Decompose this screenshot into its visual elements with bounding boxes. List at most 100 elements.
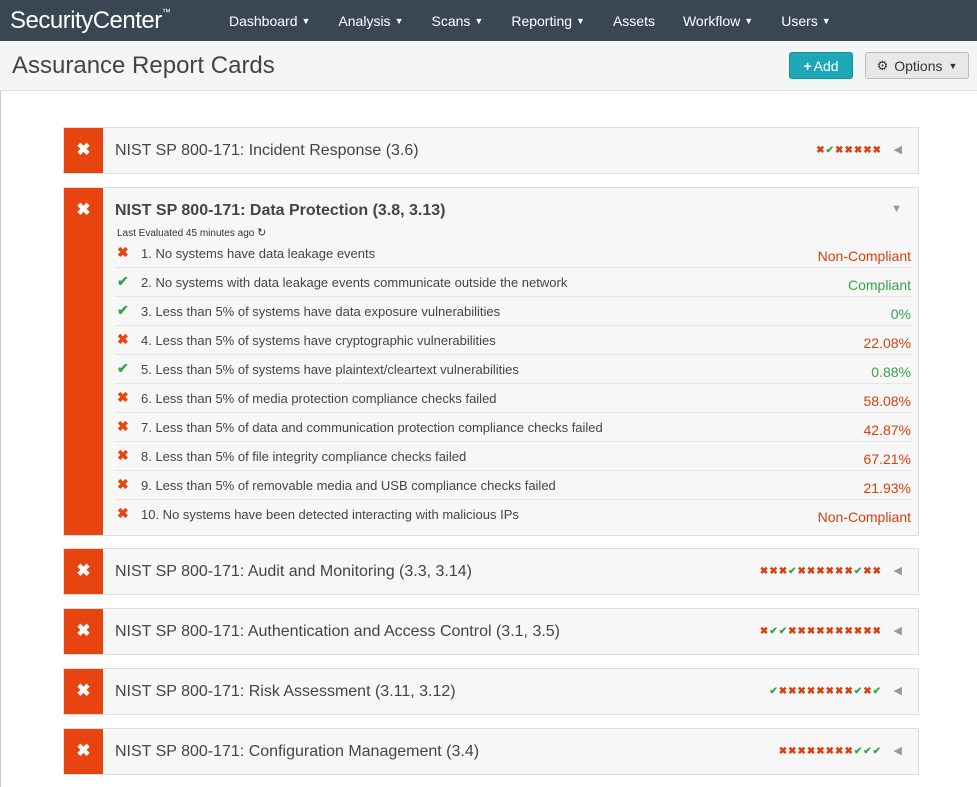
- fail-mark-icon: ✖: [759, 626, 770, 637]
- fail-mark-icon: ✖: [778, 566, 789, 577]
- close-icon: ✖: [76, 621, 91, 640]
- fail-status-bar: ✖: [64, 669, 103, 714]
- nav-workflow[interactable]: Workflow ▼: [669, 0, 767, 41]
- requirement-value: 22.08%: [863, 335, 911, 351]
- report-card-configuration-management[interactable]: ✖ NIST SP 800-171: Configuration Managem…: [63, 728, 919, 775]
- check-icon: ✔: [117, 302, 129, 318]
- fail-mark-icon: ✖: [863, 686, 873, 697]
- refresh-icon[interactable]: ↻: [257, 227, 266, 239]
- fail-status-bar: ✖: [64, 609, 103, 654]
- requirement-row: ✖ 8. Less than 5% of file integrity compl…: [115, 442, 912, 471]
- nav-label: Assets: [612, 12, 655, 29]
- requirement-row: ✔ 3. Less than 5% of systems have data ex…: [115, 297, 912, 326]
- requirement-value: 67.21%: [863, 451, 911, 467]
- requirement-row: ✖ 4. Less than 5% of systems have cryptog…: [115, 326, 912, 355]
- fail-mark-icon: ✖: [872, 626, 882, 637]
- fail-mark-icon: ✖: [853, 145, 864, 156]
- fail-icon: ✖: [117, 331, 129, 347]
- expand-arrow-icon[interactable]: ◀: [894, 744, 902, 757]
- fail-mark-icon: ✖: [844, 626, 854, 637]
- requirement-marks: ✖✖✖✔✖✖✖✖✖✖✔✖✖: [760, 566, 882, 577]
- nav-label: Scans: [431, 12, 471, 29]
- fail-mark-icon: ✖: [844, 686, 854, 697]
- fail-status-bar: ✖: [64, 549, 103, 594]
- requirement-text: 7. Less than 5% of data and communicatio…: [141, 420, 603, 435]
- fail-mark-icon: ✖: [778, 686, 789, 697]
- requirement-value: Non-Compliant: [817, 509, 911, 525]
- fail-mark-icon: ✖: [825, 566, 836, 577]
- requirement-value: 21.93%: [863, 480, 911, 496]
- fail-mark-icon: ✖: [797, 746, 807, 757]
- nav-analysis[interactable]: Analysis ▼: [324, 0, 417, 41]
- caret-down-icon: ▼: [394, 15, 404, 26]
- fail-mark-icon: ✖: [863, 145, 873, 156]
- nav-assets[interactable]: Assets: [599, 0, 669, 41]
- fail-mark-icon: ✖: [769, 566, 779, 577]
- requirement-row: ✖ 6. Less than 5% of media protection com…: [115, 384, 912, 413]
- nav-reporting[interactable]: Reporting ▼: [497, 0, 599, 41]
- requirement-value: Compliant: [847, 277, 911, 293]
- expand-arrow-icon[interactable]: ◀: [894, 143, 902, 156]
- collapse-arrow-icon[interactable]: ▼: [891, 203, 902, 215]
- check-icon: ✔: [117, 360, 129, 376]
- pass-mark-icon: ✔: [769, 686, 779, 697]
- options-button[interactable]: ⚙ Options ▼: [865, 52, 969, 79]
- card-title: NIST SP 800-171: Incident Response (3.6): [115, 142, 419, 159]
- fail-mark-icon: ✖: [816, 746, 826, 757]
- fail-mark-icon: ✖: [759, 566, 770, 577]
- fail-mark-icon: ✖: [797, 686, 807, 697]
- requirement-row: ✖ 9. Less than 5% of removable media and …: [115, 471, 912, 500]
- requirement-text: 1. No systems have data leakage events: [141, 246, 376, 261]
- check-icon: ✔: [117, 273, 129, 289]
- requirement-row: ✖ 7. Less than 5% of data and communicati…: [115, 413, 912, 442]
- fail-status-bar: ✖: [64, 128, 103, 173]
- fail-mark-icon: ✖: [816, 145, 826, 156]
- fail-mark-icon: ✖: [825, 686, 836, 697]
- requirement-text: 9. Less than 5% of removable media and U…: [141, 478, 556, 493]
- requirement-text: 6. Less than 5% of media protection comp…: [141, 391, 497, 406]
- requirement-marks: ✖✖✖✖✖✖✖✖✔✔✔: [779, 746, 882, 757]
- expand-arrow-icon[interactable]: ◀: [894, 624, 902, 637]
- brand-logo[interactable]: SecurityCenter™: [10, 7, 215, 35]
- report-card-authentication-access[interactable]: ✖ NIST SP 800-171: Authentication and Ac…: [63, 608, 919, 655]
- fail-mark-icon: ✖: [778, 746, 789, 757]
- requirement-text: 5. Less than 5% of systems have plaintex…: [141, 362, 519, 377]
- caret-down-icon: ▼: [474, 15, 484, 26]
- report-card-risk-assessment[interactable]: ✖ NIST SP 800-171: Risk Assessment (3.11…: [63, 668, 919, 715]
- plus-icon: +: [803, 57, 812, 74]
- close-icon: ✖: [76, 140, 91, 159]
- card-title: NIST SP 800-171: Configuration Managemen…: [115, 743, 480, 760]
- fail-mark-icon: ✖: [844, 566, 854, 577]
- requirement-text: 3. Less than 5% of systems have data exp…: [141, 304, 501, 319]
- close-icon: ✖: [76, 200, 91, 219]
- requirement-value: 42.87%: [863, 422, 911, 438]
- expand-arrow-icon[interactable]: ◀: [894, 564, 902, 577]
- fail-mark-icon: ✖: [806, 746, 817, 757]
- fail-mark-icon: ✖: [806, 686, 817, 697]
- report-card-data-protection[interactable]: ✖ NIST SP 800-171: Data Protection (3.8,…: [63, 187, 919, 536]
- nav-scans[interactable]: Scans ▼: [417, 0, 497, 41]
- nav-dashboard[interactable]: Dashboard ▼: [215, 0, 324, 41]
- caret-down-icon: ▼: [301, 15, 311, 26]
- page-header: Assurance Report Cards + Add ⚙ Options ▼: [0, 41, 977, 91]
- add-label: Add: [813, 57, 839, 74]
- requirement-row: ✖ 1. No systems have data leakage events N…: [115, 239, 912, 268]
- fail-mark-icon: ✖: [797, 566, 807, 577]
- report-card-audit-monitoring[interactable]: ✖ NIST SP 800-171: Audit and Monitoring …: [63, 548, 919, 595]
- card-title: NIST SP 800-171: Data Protection (3.8, 3…: [115, 202, 446, 219]
- requirement-list: ✖ 1. No systems have data leakage events N…: [115, 239, 912, 529]
- requirement-value: 0%: [890, 306, 911, 322]
- requirement-row: ✔ 5. Less than 5% of systems have plainte…: [115, 355, 912, 384]
- nav-users[interactable]: Users ▼: [767, 0, 844, 41]
- requirement-text: 10. No systems have been detected intera…: [141, 507, 519, 522]
- expand-arrow-icon[interactable]: ◀: [894, 684, 902, 697]
- fail-icon: ✖: [117, 418, 129, 434]
- close-icon: ✖: [76, 561, 91, 580]
- options-label: Options: [894, 57, 943, 74]
- pass-mark-icon: ✔: [825, 145, 836, 156]
- last-evaluated: Last Evaluated 45 minutes ago ↻: [117, 226, 266, 239]
- requirement-row: ✖ 10. No systems have been detected inter…: [115, 500, 912, 529]
- fail-mark-icon: ✖: [853, 626, 864, 637]
- report-card-incident-response[interactable]: ✖ NIST SP 800-171: Incident Response (3.…: [63, 127, 919, 174]
- add-button[interactable]: + Add: [789, 52, 853, 79]
